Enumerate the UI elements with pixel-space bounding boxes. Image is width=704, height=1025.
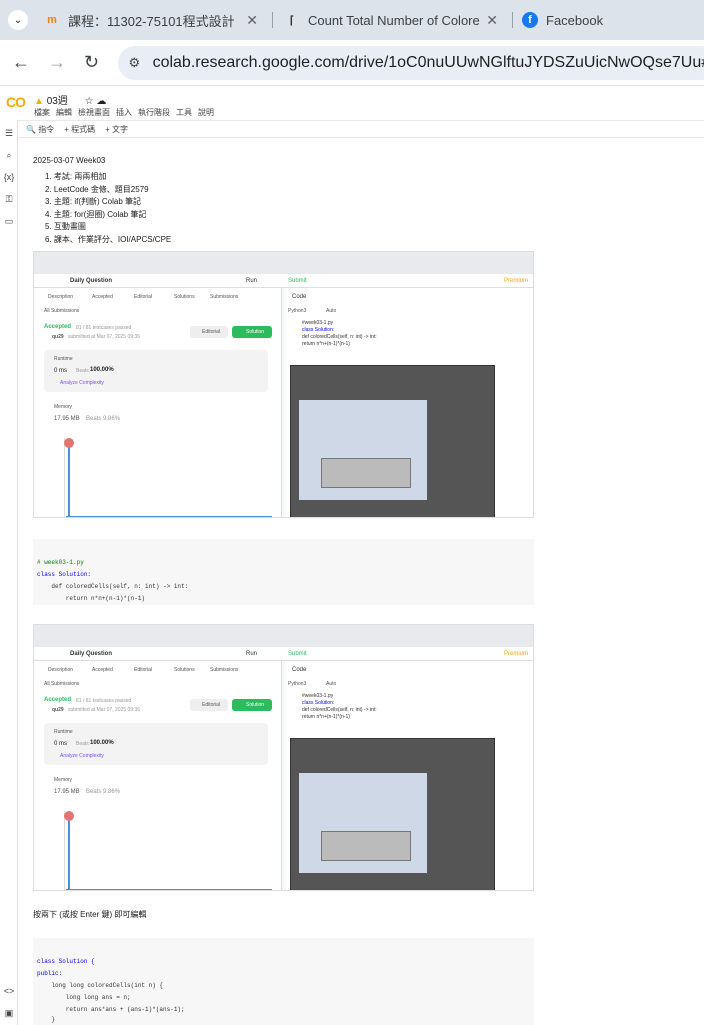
menu-view[interactable]: 檢視畫面	[78, 107, 110, 118]
code-line: class Solution:	[37, 571, 92, 578]
command-palette-button[interactable]: 🔍 指令	[26, 124, 54, 135]
left-rail: ☰ ⌕ {x} ⚿ ▭ <> ▣	[0, 120, 18, 1025]
browser-tab-leetcode[interactable]: ⌈ Count Total Number of Colore ✕	[284, 0, 508, 40]
secrets-icon[interactable]: ⚿	[3, 194, 15, 206]
code-cell-1[interactable]: # week03-1.py class Solution: def colore…	[33, 539, 534, 605]
cell-date-heading: 2025-03-07 Week03	[33, 156, 106, 165]
tab-search-icon[interactable]: ⌄	[8, 10, 28, 30]
code-line: }	[37, 1016, 56, 1023]
browser-toolbar: ← → ↻ ⚙ colab.research.google.com/drive/…	[0, 40, 704, 86]
agenda-list: 1. 考試: 兩兩相加 2. LeetCode 金條、題目2579 3. 主題:…	[45, 171, 171, 246]
code-snippets-icon[interactable]: <>	[3, 986, 15, 998]
menu-edit[interactable]: 編輯	[56, 107, 72, 118]
menu-file[interactable]: 檔案	[34, 107, 50, 118]
browser-tab-facebook[interactable]: f Facebook	[522, 0, 704, 40]
notebook-title-row: ▲ 03週 ☆ ☁	[34, 92, 106, 107]
list-item: 3. 主題: if(判斷) Colab 筆記	[45, 197, 142, 206]
list-item: 1. 考試: 兩兩相加	[45, 172, 107, 181]
notebook-title[interactable]: 03週	[47, 96, 68, 107]
list-item: 2. LeetCode 金條、題目2579	[45, 184, 149, 194]
reload-icon[interactable]: ↻	[84, 52, 99, 73]
code-line: def coloredCells(self, n: int) -> int:	[37, 583, 189, 590]
close-icon[interactable]: ✕	[246, 12, 258, 29]
list-item: 6. 課本、作業評分、IOI/APCS/CPE	[45, 234, 172, 244]
list-item: 4. 主題: for(迴圈) Colab 筆記	[45, 209, 147, 219]
code-line: long long ans = n;	[37, 994, 131, 1001]
command-bar: 🔍 指令 + 程式碼 + 文字	[18, 120, 704, 138]
add-text-button[interactable]: + 文字	[105, 124, 128, 135]
menu-runtime[interactable]: 執行階段	[138, 107, 170, 118]
search-icon[interactable]: ⌕	[3, 150, 15, 162]
facebook-icon: f	[522, 12, 538, 28]
site-info-icon[interactable]: ⚙	[124, 52, 145, 74]
cloud-icon: ☁	[96, 96, 107, 107]
list-item: 5. 互動畫圖	[45, 222, 86, 231]
tab-title: Facebook	[546, 12, 604, 28]
files-icon[interactable]: ▭	[3, 216, 15, 228]
code-line: public:	[37, 970, 63, 977]
menu-insert[interactable]: 插入	[116, 107, 132, 118]
embedded-screenshot-2: Daily Question Run Submit Premium Descri…	[33, 624, 534, 891]
moodle-icon: m	[47, 14, 57, 26]
tab-title: Count Total Number of Colore	[308, 12, 480, 28]
leetcode-icon: ⌈	[289, 14, 295, 27]
code-line: return ans*ans + (ans-1)*(ans-1);	[37, 1006, 185, 1013]
star-icon[interactable]: ☆	[85, 96, 94, 107]
add-code-button[interactable]: + 程式碼	[64, 124, 95, 135]
edit-hint[interactable]: 按兩下 (或按 Enter 鍵) 即可編輯	[33, 909, 146, 920]
drive-icon: ▲	[34, 96, 44, 107]
code-line: return n*n+(n-1)*(n-1)	[37, 595, 146, 602]
terminal-icon[interactable]: ▣	[3, 1008, 15, 1020]
variables-icon[interactable]: {x}	[3, 172, 15, 184]
browser-tab-bar: ⌄ m 課程：11302-75101程式設計（ ✕ ⌈ Count Total …	[0, 0, 704, 40]
forward-icon[interactable]: →	[48, 52, 66, 73]
colab-logo[interactable]: CO	[6, 94, 26, 110]
address-bar[interactable]: ⚙ colab.research.google.com/drive/1oC0nu…	[118, 46, 704, 80]
code-line: class Solution {	[37, 958, 95, 965]
code-line: long long coloredCells(int n) {	[37, 982, 164, 989]
code-cell-2[interactable]: class Solution { public: long long color…	[33, 938, 534, 1025]
menu-bar: 檔案 編輯 檢視畫面 插入 執行階段 工具 說明	[34, 107, 214, 118]
menu-tools[interactable]: 工具	[176, 107, 192, 118]
menu-help[interactable]: 說明	[198, 107, 214, 118]
code-line: # week03-1.py	[37, 559, 84, 566]
back-icon[interactable]: ←	[12, 52, 30, 73]
close-icon[interactable]: ✕	[486, 12, 498, 29]
toc-icon[interactable]: ☰	[3, 128, 15, 140]
embedded-screenshot-1: Daily Question Run Submit Premium Descri…	[33, 251, 534, 518]
browser-tab-moodle[interactable]: m 課程：11302-75101程式設計（ ✕	[44, 0, 268, 40]
tab-title: 課程：11302-75101程式設計（	[68, 13, 238, 29]
url-text: colab.research.google.com/drive/1oC0nuUU…	[152, 54, 704, 71]
